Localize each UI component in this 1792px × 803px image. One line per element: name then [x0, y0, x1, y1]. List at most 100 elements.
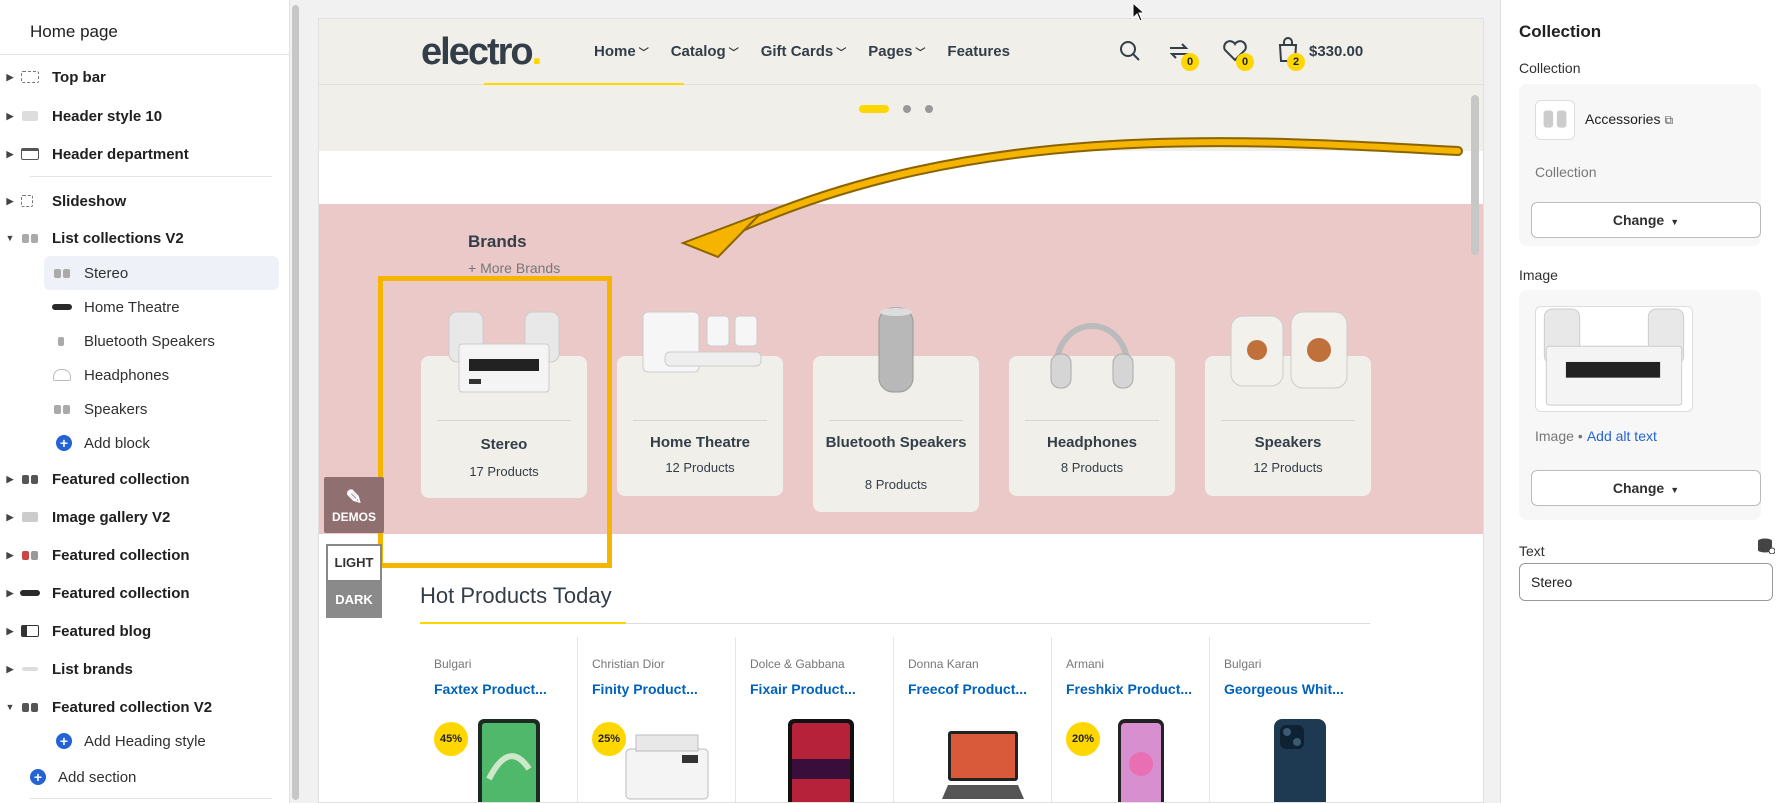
- caret-right-icon[interactable]: ▶: [0, 626, 20, 637]
- product-card[interactable]: Bulgari Georgeous Whit...: [1210, 637, 1368, 802]
- product-brand: Bulgari: [1224, 657, 1262, 671]
- block-stereo[interactable]: Stereo: [44, 256, 279, 290]
- preview-scrollbar[interactable]: [1471, 95, 1479, 255]
- section-list-collections[interactable]: ▼ List collections V2: [0, 221, 280, 255]
- section-featured-collection-3[interactable]: ▶ Featured collection: [0, 576, 280, 610]
- product-card[interactable]: Bulgari Faxtex Product... 45%: [420, 637, 578, 802]
- nav-catalog[interactable]: Catalog ﹀: [671, 43, 739, 60]
- change-collection-button[interactable]: Change ▼: [1531, 202, 1761, 238]
- collection-card-home-theatre[interactable]: Home Theatre 12 Products: [617, 311, 783, 496]
- product-name[interactable]: Faxtex Product...: [434, 681, 547, 697]
- collection-count: 12 Products: [1253, 460, 1323, 475]
- demos-button[interactable]: ✎ DEMOS: [324, 477, 384, 533]
- collection-card-speakers[interactable]: Speakers 12 Products: [1205, 311, 1371, 496]
- featured-collection-icon: [20, 547, 40, 563]
- caret-down-icon[interactable]: ▼: [0, 233, 20, 243]
- section-featured-collection-2[interactable]: ▶ Featured collection: [0, 538, 280, 572]
- speakers-thumb-icon: [52, 401, 72, 417]
- product-card[interactable]: Christian Dior Finity Product... 25%: [578, 637, 736, 802]
- product-card[interactable]: Donna Karan Freecof Product...: [894, 637, 1052, 802]
- caret-right-icon[interactable]: ▶: [0, 512, 20, 523]
- more-brands-link[interactable]: + More Brands: [468, 260, 560, 276]
- light-mode-button[interactable]: LIGHT: [326, 544, 382, 582]
- product-name[interactable]: Fixair Product...: [750, 681, 856, 697]
- section-top-bar[interactable]: ▶ Top bar: [0, 60, 280, 94]
- nav-gift-cards[interactable]: Gift Cards ﹀: [761, 43, 847, 60]
- change-image-button[interactable]: Change ▼: [1531, 470, 1761, 506]
- caret-down-icon: ▼: [1670, 217, 1680, 227]
- chevron-down-icon: ﹀: [728, 48, 739, 59]
- block-headphones[interactable]: Headphones: [52, 358, 332, 392]
- nav-features[interactable]: Features: [947, 43, 1010, 60]
- section-image-gallery[interactable]: ▶ Image gallery V2: [0, 500, 280, 534]
- image-meta: Image • Add alt text: [1535, 428, 1657, 444]
- collection-thumbnail: [1535, 100, 1575, 140]
- settings-panel: Collection Collection Accessories ⧉ Colle…: [1500, 0, 1792, 803]
- collection-type: Collection: [1535, 164, 1597, 180]
- caret-down-icon[interactable]: ▼: [0, 702, 20, 712]
- section-header-style[interactable]: ▶ Header style 10: [0, 99, 280, 133]
- caret-right-icon[interactable]: ▶: [0, 149, 20, 160]
- add-section-button[interactable]: + Add section: [30, 760, 310, 794]
- product-brand: Bulgari: [434, 657, 472, 671]
- add-alt-text-link[interactable]: Add alt text: [1587, 428, 1657, 444]
- caret-right-icon[interactable]: ▶: [0, 664, 20, 675]
- tablet-image: [478, 719, 540, 802]
- block-home-theatre[interactable]: Home Theatre: [52, 290, 332, 324]
- store-logo[interactable]: electro.: [421, 31, 542, 74]
- nav-home[interactable]: Home ﹀: [594, 43, 649, 60]
- product-name[interactable]: Freshkix Product...: [1066, 681, 1192, 697]
- section-featured-collection-v2[interactable]: ▼ Featured collection V2: [0, 690, 280, 724]
- slide-dot[interactable]: [903, 105, 911, 113]
- caret-right-icon[interactable]: ▶: [0, 72, 20, 83]
- collection-name[interactable]: Accessories ⧉: [1585, 111, 1673, 128]
- search-icon[interactable]: [1118, 39, 1142, 63]
- image-thumbnail[interactable]: [1535, 306, 1693, 412]
- slideshow-icon: [20, 193, 40, 209]
- plus-circle-icon: +: [56, 435, 72, 451]
- dynamic-source-icon[interactable]: [1757, 538, 1775, 554]
- theme-editor: Home page ▶ Top bar ▶ Header style 10 ▶ …: [0, 0, 1792, 803]
- caret-right-icon[interactable]: ▶: [0, 111, 20, 122]
- product-card[interactable]: Dolce & Gabbana Fixair Product...: [736, 637, 894, 802]
- collection-card-headphones[interactable]: Headphones 8 Products: [1009, 323, 1175, 496]
- product-name[interactable]: Georgeous Whit...: [1224, 681, 1344, 697]
- dark-mode-button[interactable]: DARK: [326, 582, 382, 618]
- collection-card-bluetooth-speakers[interactable]: Bluetooth Speakers 8 Products: [813, 307, 979, 512]
- section-list-brands[interactable]: ▶ List brands: [0, 652, 280, 686]
- slide-dot-active[interactable]: [859, 105, 889, 113]
- section-slideshow[interactable]: ▶ Slideshow: [0, 184, 280, 218]
- section-featured-blog[interactable]: ▶ Featured blog: [0, 614, 280, 648]
- sidebar-scrollbar[interactable]: [292, 5, 299, 800]
- external-link-icon[interactable]: ⧉: [1664, 113, 1673, 127]
- section-header-department[interactable]: ▶ Header department: [0, 137, 280, 171]
- collection-picker: Accessories ⧉ Collection Change ▼: [1519, 84, 1761, 246]
- cart-total[interactable]: $330.00: [1309, 43, 1363, 60]
- section-label: Featured collection: [52, 470, 190, 488]
- block-speakers[interactable]: Speakers: [52, 392, 332, 426]
- product-name[interactable]: Finity Product...: [592, 681, 698, 697]
- chevron-down-icon: ﹀: [836, 48, 847, 59]
- slide-dot[interactable]: [925, 105, 933, 113]
- section-label: Featured collection: [52, 584, 190, 602]
- blog-icon: [20, 623, 40, 639]
- caret-right-icon[interactable]: ▶: [0, 588, 20, 599]
- sections-sidebar: Home page ▶ Top bar ▶ Header style 10 ▶ …: [0, 0, 290, 803]
- section-label: Header style 10: [52, 107, 163, 125]
- nav-pages[interactable]: Pages ﹀: [868, 43, 925, 60]
- caret-right-icon[interactable]: ▶: [0, 196, 20, 207]
- block-label: Home Theatre: [84, 298, 180, 316]
- section-featured-collection[interactable]: ▶ Featured collection: [0, 462, 280, 496]
- caret-right-icon[interactable]: ▶: [0, 474, 20, 485]
- cart-count-badge: 2: [1287, 53, 1305, 71]
- block-label: Speakers: [84, 400, 148, 418]
- ipad-image: [788, 719, 854, 802]
- block-bluetooth-speakers[interactable]: Bluetooth Speakers: [52, 324, 332, 358]
- caret-right-icon[interactable]: ▶: [0, 550, 20, 561]
- product-card[interactable]: Armani Freshkix Product... 20%: [1052, 637, 1210, 802]
- product-name[interactable]: Freecof Product...: [908, 681, 1027, 697]
- brands-icon: [20, 661, 40, 677]
- sidebar-title: Home page: [30, 22, 118, 41]
- product-brand: Dolce & Gabbana: [750, 657, 845, 671]
- text-input[interactable]: [1519, 563, 1773, 601]
